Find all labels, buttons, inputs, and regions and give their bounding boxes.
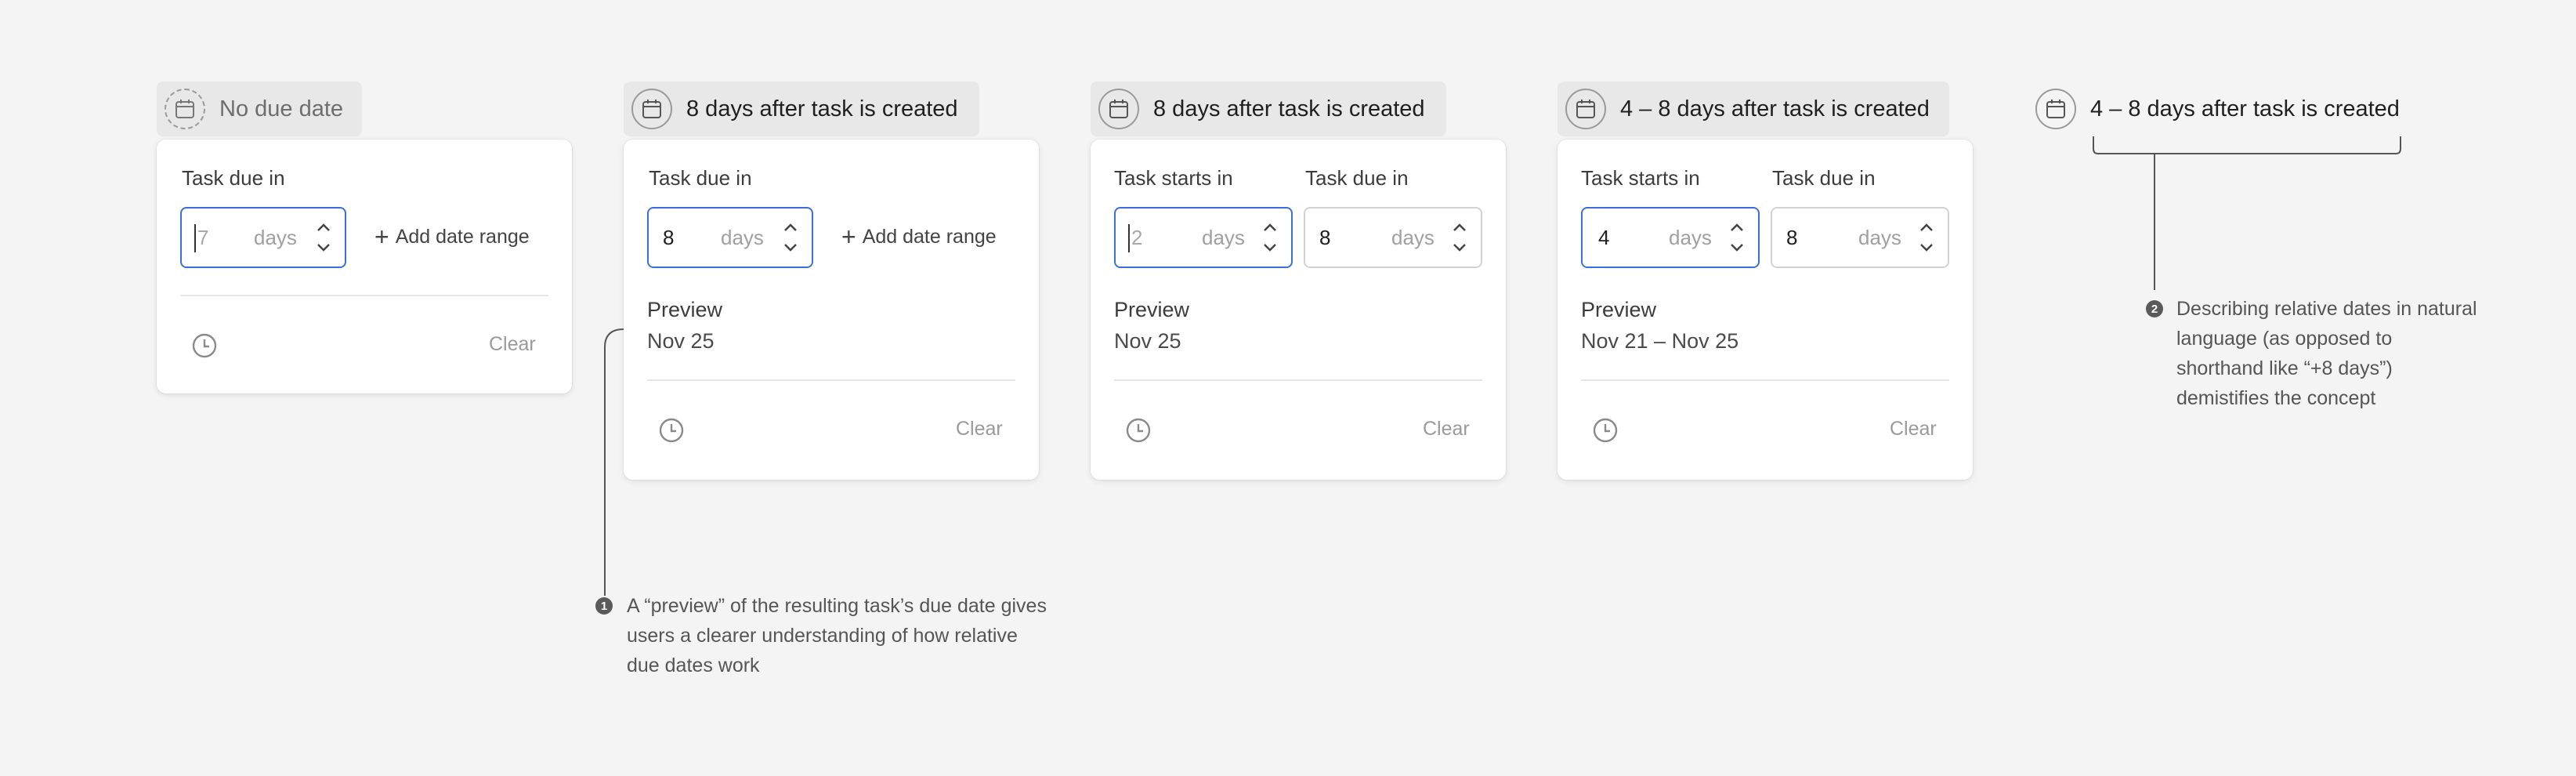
due-label: Task due in <box>1772 166 1876 190</box>
due-label: Task due in <box>182 166 285 190</box>
calendar-icon <box>1565 89 1606 129</box>
due-date-popover: Task due in 7 days + Add date range Clea… <box>157 140 572 393</box>
clock-icon[interactable] <box>191 332 218 359</box>
due-date-popover: Task due in 8 days + Add date range Prev… <box>624 140 1039 480</box>
start-label: Task starts in <box>1114 166 1233 190</box>
input-value: 8 <box>663 226 675 249</box>
add-range-label: Add date range <box>862 225 997 248</box>
preview-date: Nov 25 <box>647 329 715 353</box>
input-value: 4 <box>1598 226 1610 249</box>
input-value: 8 <box>1786 226 1798 249</box>
start-days-input[interactable]: 4 days <box>1581 207 1760 268</box>
trigger-relative-date[interactable]: 8 days after task is created <box>624 82 979 136</box>
trigger-relative-date-range[interactable]: 4 – 8 days after task is created <box>1558 82 1949 136</box>
input-placeholder: 2 <box>1131 226 1143 249</box>
plus-icon: + <box>841 223 856 251</box>
plus-icon: + <box>374 223 389 251</box>
start-label: Task starts in <box>1581 166 1700 190</box>
calendar-icon <box>165 89 205 129</box>
due-days-input[interactable]: 8 days <box>1304 207 1482 268</box>
clock-icon[interactable] <box>1592 417 1619 444</box>
start-days-input[interactable]: 2 days <box>1114 207 1293 268</box>
due-days-input[interactable]: 8 days <box>647 207 813 268</box>
preview-title: Preview <box>1114 298 1190 321</box>
clock-icon[interactable] <box>658 417 685 444</box>
add-date-range-button[interactable]: + Add date range <box>841 224 997 249</box>
text-caret <box>1128 224 1130 252</box>
calendar-icon <box>2035 89 2076 129</box>
unit-label: days <box>1858 226 1901 249</box>
unit-label: days <box>1202 226 1245 249</box>
add-range-label: Add date range <box>395 225 530 248</box>
preview-date: Nov 25 <box>1114 329 1181 353</box>
stepper-icon[interactable] <box>1451 219 1468 257</box>
chip-label: 4 – 8 days after task is created <box>2090 96 2400 121</box>
stepper-icon[interactable] <box>1728 219 1746 257</box>
due-label: Task due in <box>1305 166 1409 190</box>
trigger-no-due-date[interactable]: No due date <box>157 82 362 136</box>
annotation-text: Describing relative dates in natural lan… <box>2176 298 2477 409</box>
due-date-popover: Task starts in Task due in 2 days 8 days… <box>1091 140 1506 480</box>
clear-button[interactable]: Clear <box>1423 418 1470 441</box>
annotation-leader-line <box>604 328 624 596</box>
due-days-input[interactable]: 8 days <box>1771 207 1949 268</box>
annotation-number-badge: 1 <box>595 597 613 615</box>
preview-title: Preview <box>1581 298 1657 321</box>
preview-date: Nov 21 – Nov 25 <box>1581 329 1739 353</box>
clear-button[interactable]: Clear <box>489 333 536 356</box>
due-date-popover: Task starts in Task due in 4 days 8 days… <box>1558 140 1973 480</box>
unit-label: days <box>254 226 297 249</box>
clear-button[interactable]: Clear <box>956 418 1003 441</box>
chip-label: 8 days after task is created <box>1153 96 1425 121</box>
annotation-bracket <box>2093 136 2401 290</box>
unit-label: days <box>1391 226 1435 249</box>
text-caret <box>194 224 196 252</box>
chip-label: 8 days after task is created <box>686 96 958 121</box>
unit-label: days <box>1669 226 1712 249</box>
due-label: Task due in <box>649 166 752 190</box>
unit-label: days <box>721 226 764 249</box>
input-value: 8 <box>1319 226 1331 249</box>
calendar-icon <box>631 89 672 129</box>
stepper-icon[interactable] <box>1918 219 1935 257</box>
annotation-number-badge: 2 <box>2146 300 2163 317</box>
stepper-icon[interactable] <box>1261 219 1279 257</box>
due-days-input[interactable]: 7 days <box>180 207 346 268</box>
preview-title: Preview <box>647 298 723 321</box>
calendar-icon <box>1098 89 1139 129</box>
chip-label: 4 – 8 days after task is created <box>1620 96 1930 121</box>
stepper-icon[interactable] <box>782 219 799 257</box>
chip-label: No due date <box>219 96 344 121</box>
trigger-relative-date[interactable]: 8 days after task is created <box>1091 82 1446 136</box>
clock-icon[interactable] <box>1125 417 1152 444</box>
divider <box>1581 379 1949 381</box>
input-placeholder: 7 <box>197 226 209 249</box>
divider <box>1114 379 1482 381</box>
trigger-relative-date-range[interactable]: 4 – 8 days after task is created <box>2028 82 2419 136</box>
annotation-text: A “preview” of the resulting task’s due … <box>627 595 1047 676</box>
divider <box>180 295 548 296</box>
add-date-range-button[interactable]: + Add date range <box>374 224 530 249</box>
stepper-icon[interactable] <box>315 219 332 257</box>
clear-button[interactable]: Clear <box>1890 418 1937 441</box>
divider <box>647 379 1015 381</box>
